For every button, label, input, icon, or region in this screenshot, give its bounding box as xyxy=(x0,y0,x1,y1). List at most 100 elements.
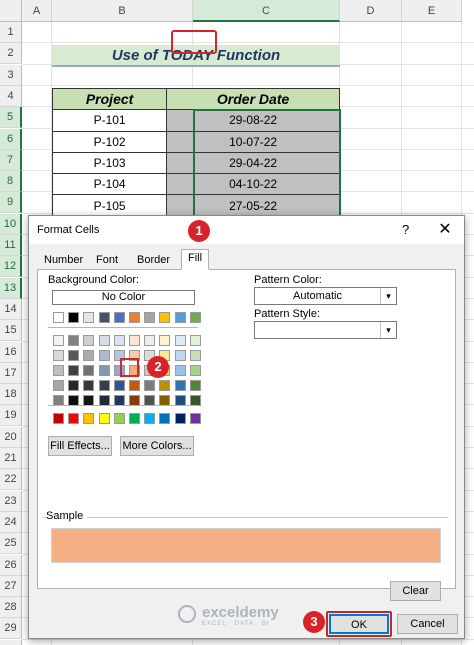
column-header-d[interactable]: D xyxy=(340,0,402,22)
cancel-button[interactable]: Cancel xyxy=(397,614,458,634)
order-date-cell[interactable]: 29-08-22 xyxy=(166,109,340,132)
tab-number[interactable]: Number xyxy=(37,251,90,269)
row-header[interactable]: 2 xyxy=(0,43,22,65)
tab-font[interactable]: Font xyxy=(89,251,125,269)
color-swatch[interactable] xyxy=(144,413,156,424)
color-swatch[interactable] xyxy=(174,380,186,391)
color-swatch[interactable] xyxy=(189,365,201,376)
color-swatch[interactable] xyxy=(144,380,156,391)
color-swatch[interactable] xyxy=(83,380,95,391)
color-swatch[interactable] xyxy=(159,413,171,424)
row-header[interactable]: 4 xyxy=(0,85,22,107)
row-header[interactable]: 26 xyxy=(0,554,22,576)
clear-button[interactable]: Clear xyxy=(390,581,441,601)
color-swatch[interactable] xyxy=(113,335,125,346)
color-swatch[interactable] xyxy=(68,365,80,376)
dialog-titlebar[interactable]: Format Cells ? ✕ xyxy=(29,216,464,244)
color-swatch[interactable] xyxy=(129,335,140,346)
row-header[interactable]: 27 xyxy=(0,575,22,597)
color-swatch[interactable] xyxy=(189,350,201,361)
row-header[interactable]: 19 xyxy=(0,405,22,427)
color-swatch[interactable] xyxy=(98,350,110,361)
color-swatch[interactable] xyxy=(83,312,95,323)
color-swatch[interactable] xyxy=(98,380,110,391)
color-swatch[interactable] xyxy=(68,312,80,323)
row-header[interactable]: 18 xyxy=(0,384,22,406)
color-swatch[interactable] xyxy=(129,380,140,391)
fill-effects-button[interactable]: Fill Effects... xyxy=(48,436,112,456)
color-swatch[interactable] xyxy=(98,312,110,323)
color-swatch[interactable] xyxy=(113,312,125,323)
tab-fill[interactable]: Fill xyxy=(181,249,210,270)
row-header[interactable]: 16 xyxy=(0,341,22,363)
help-icon[interactable]: ? xyxy=(402,222,409,237)
color-swatch[interactable] xyxy=(68,413,80,424)
color-swatch[interactable] xyxy=(68,350,80,361)
color-swatch[interactable] xyxy=(189,312,201,323)
order-date-cell[interactable]: 10-07-22 xyxy=(166,130,340,153)
color-swatch[interactable] xyxy=(83,365,95,376)
order-date-cell[interactable]: 04-10-22 xyxy=(166,173,340,196)
select-all-corner[interactable] xyxy=(0,0,22,22)
color-swatch[interactable] xyxy=(174,312,186,323)
column-header-e[interactable]: E xyxy=(402,0,462,22)
row-header[interactable]: 6 xyxy=(0,128,22,150)
row-header[interactable]: 17 xyxy=(0,362,22,384)
color-swatch[interactable] xyxy=(83,335,95,346)
row-header[interactable]: 1 xyxy=(0,22,22,43)
row-header[interactable]: 3 xyxy=(0,64,22,86)
row-header[interactable]: 10 xyxy=(0,213,22,235)
row-header[interactable]: 25 xyxy=(0,533,22,555)
row-header[interactable]: 23 xyxy=(0,490,22,512)
color-swatch[interactable] xyxy=(53,312,64,323)
color-swatch[interactable] xyxy=(189,380,201,391)
color-swatch[interactable] xyxy=(159,335,171,346)
row-header[interactable]: 5 xyxy=(0,107,22,129)
column-header-b[interactable]: B xyxy=(52,0,193,22)
row-header[interactable]: 9 xyxy=(0,192,22,214)
color-swatch[interactable] xyxy=(83,413,95,424)
no-color-button[interactable]: No Color xyxy=(52,290,195,305)
chevron-down-icon[interactable]: ▾ xyxy=(380,288,396,304)
row-header[interactable]: 7 xyxy=(0,149,22,171)
color-swatch[interactable] xyxy=(53,380,64,391)
pattern-color-dropdown[interactable]: Automatic ▾ xyxy=(254,287,397,305)
color-swatch[interactable] xyxy=(189,413,201,424)
row-header[interactable]: 20 xyxy=(0,426,22,448)
color-swatch[interactable] xyxy=(174,350,186,361)
color-swatch[interactable] xyxy=(53,365,64,376)
row-header[interactable]: 30 xyxy=(0,639,22,645)
color-swatch[interactable] xyxy=(189,335,201,346)
color-swatch[interactable] xyxy=(144,335,156,346)
row-header[interactable]: 21 xyxy=(0,448,22,469)
color-swatch[interactable] xyxy=(113,413,125,424)
color-swatch[interactable] xyxy=(98,413,110,424)
header-order-date[interactable]: Order Date xyxy=(166,87,340,111)
order-date-cell[interactable]: 29-04-22 xyxy=(166,151,340,175)
tab-border[interactable]: Border xyxy=(130,251,177,269)
color-swatch[interactable] xyxy=(174,365,186,376)
close-icon[interactable]: ✕ xyxy=(434,219,456,239)
color-swatch[interactable] xyxy=(113,380,125,391)
color-swatch[interactable] xyxy=(159,380,171,391)
color-swatch[interactable] xyxy=(144,312,156,323)
row-header[interactable]: 12 xyxy=(0,256,22,278)
color-swatch[interactable] xyxy=(98,365,110,376)
row-header[interactable]: 8 xyxy=(0,171,22,193)
order-date-cell[interactable]: 27-05-22 xyxy=(166,194,340,217)
row-header[interactable]: 15 xyxy=(0,320,22,342)
color-swatch[interactable] xyxy=(174,335,186,346)
project-cell[interactable]: P-103 xyxy=(51,151,168,175)
column-header-a[interactable]: A xyxy=(22,0,52,22)
row-header[interactable]: 22 xyxy=(0,469,22,491)
chevron-down-icon[interactable]: ▾ xyxy=(380,322,396,338)
more-colors-button[interactable]: More Colors... xyxy=(120,436,194,456)
project-cell[interactable]: P-101 xyxy=(51,109,168,132)
row-header[interactable]: 24 xyxy=(0,511,22,533)
header-project[interactable]: Project xyxy=(51,87,168,111)
color-swatch[interactable] xyxy=(129,312,140,323)
row-header[interactable]: 11 xyxy=(0,235,22,256)
row-header[interactable]: 14 xyxy=(0,298,22,320)
color-swatch[interactable] xyxy=(98,335,110,346)
color-swatch[interactable] xyxy=(68,380,80,391)
